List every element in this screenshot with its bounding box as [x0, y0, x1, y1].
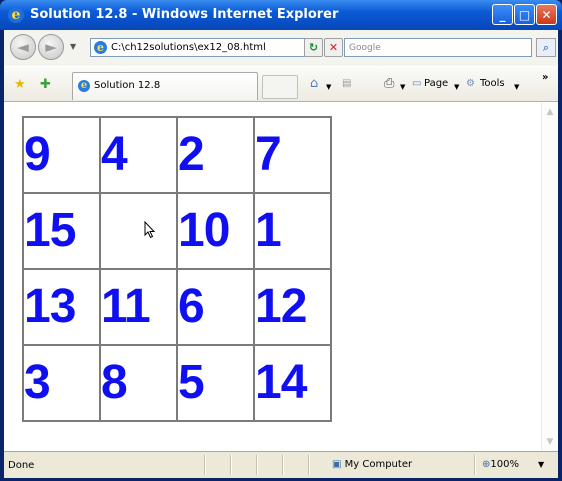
page-icon-small: ▭: [412, 78, 422, 89]
status-divider: [308, 455, 310, 475]
scroll-down-icon[interactable]: ▼: [544, 436, 556, 448]
minimize-button[interactable]: _: [492, 4, 513, 25]
address-row: ◄ ► ▼ e C:\ch12solutions\ex12_08.html ▼ …: [4, 30, 558, 66]
page-content: 9 4 2 7 15 10 1 13 11 6 12 3 8 5 14 ▲ ▼: [4, 101, 558, 452]
puzzle-row: 15 10 1: [22, 192, 332, 270]
search-button[interactable]: ⌕: [536, 38, 556, 57]
tile-number: 4: [101, 128, 128, 181]
search-placeholder: Google: [349, 43, 381, 53]
puzzle-tile[interactable]: 2: [176, 116, 255, 194]
puzzle-row: 3 8 5 14: [22, 344, 332, 422]
tile-number: 8: [101, 356, 128, 409]
puzzle-tile[interactable]: 7: [253, 116, 332, 194]
address-bar[interactable]: e C:\ch12solutions\ex12_08.html ▼: [90, 38, 322, 57]
forward-button[interactable]: ►: [38, 34, 64, 60]
new-tab-button[interactable]: [262, 75, 298, 99]
tile-number: 13: [24, 280, 76, 333]
page-icon: e: [94, 41, 107, 54]
puzzle-tile[interactable]: 4: [99, 116, 178, 194]
title-bar[interactable]: e Solution 12.8 - Windows Internet Explo…: [0, 0, 562, 30]
ie-logo-icon: e: [8, 7, 24, 23]
home-dropdown-icon[interactable]: ▼: [326, 80, 331, 94]
print-icon[interactable]: ⎙: [384, 77, 394, 91]
puzzle-empty-tile[interactable]: [99, 192, 178, 270]
scroll-up-icon[interactable]: ▲: [544, 106, 556, 118]
zoom-dropdown-icon[interactable]: ▼: [538, 458, 544, 471]
zoom-label: 100%: [490, 459, 519, 470]
zone-label: My Computer: [344, 459, 413, 470]
puzzle-tile[interactable]: 11: [99, 268, 178, 346]
puzzle-tile[interactable]: 5: [176, 344, 255, 422]
status-divider: [230, 455, 232, 475]
tile-number: 15: [24, 204, 76, 257]
page-menu[interactable]: Page: [424, 77, 448, 91]
back-button[interactable]: ◄: [10, 34, 36, 60]
puzzle-tile[interactable]: 9: [22, 116, 101, 194]
tab-label: Solution 12.8: [94, 80, 161, 91]
tile-number: 2: [178, 128, 205, 181]
search-field[interactable]: Google: [344, 38, 532, 57]
puzzle-tile[interactable]: 12: [253, 268, 332, 346]
chevron-icon[interactable]: »: [542, 71, 548, 85]
close-button[interactable]: ✕: [536, 4, 557, 25]
puzzle-tile[interactable]: 15: [22, 192, 101, 270]
tile-number: 3: [24, 356, 51, 409]
vertical-scrollbar[interactable]: ▲ ▼: [541, 102, 558, 452]
puzzle-tile[interactable]: 8: [99, 344, 178, 422]
status-text: Done: [8, 460, 35, 471]
tile-number: 9: [24, 128, 51, 181]
status-divider: [204, 455, 206, 475]
address-input[interactable]: C:\ch12solutions\ex12_08.html: [111, 41, 266, 55]
browser-window: e Solution 12.8 - Windows Internet Explo…: [0, 0, 562, 481]
puzzle-tile[interactable]: 13: [22, 268, 101, 346]
puzzle-tile[interactable]: 1: [253, 192, 332, 270]
tools-dropdown-icon[interactable]: ▼: [514, 80, 519, 94]
tile-number: 5: [178, 356, 205, 409]
puzzle-tile[interactable]: 3: [22, 344, 101, 422]
status-divider: [282, 455, 284, 475]
tile-number: 1: [255, 204, 282, 257]
refresh-button[interactable]: ↻: [304, 38, 323, 57]
tile-number: 10: [178, 204, 230, 257]
tile-number: 14: [255, 356, 307, 409]
tile-number: 11: [101, 280, 151, 333]
puzzle-row: 13 11 6 12: [22, 268, 332, 346]
print-dropdown-icon[interactable]: ▼: [400, 80, 405, 94]
tab-active[interactable]: e Solution 12.8: [72, 72, 258, 100]
zoom-level[interactable]: ⊕100%: [482, 458, 519, 471]
mouse-pointer-icon: [144, 221, 156, 239]
stop-button[interactable]: ✕: [324, 38, 343, 57]
add-favorites-icon[interactable]: ✚: [40, 78, 51, 92]
puzzle-tile[interactable]: 14: [253, 344, 332, 422]
feeds-icon[interactable]: ▤: [342, 77, 351, 91]
tile-number: 12: [255, 280, 307, 333]
puzzle-tile[interactable]: 6: [176, 268, 255, 346]
page-dropdown-icon[interactable]: ▼: [454, 80, 459, 94]
status-bar: Done ▣ My Computer ⊕100% ▼: [4, 451, 558, 478]
status-divider: [256, 455, 258, 475]
gear-icon: ⚙: [466, 78, 475, 89]
puzzle-tile[interactable]: 10: [176, 192, 255, 270]
tab-page-icon: e: [78, 80, 90, 92]
computer-icon: ▣: [332, 459, 342, 470]
tile-number: 7: [255, 128, 282, 181]
history-dropdown-icon[interactable]: ▼: [70, 42, 76, 52]
browser-chrome: ◄ ► ▼ e C:\ch12solutions\ex12_08.html ▼ …: [4, 30, 558, 102]
puzzle-grid: 9 4 2 7 15 10 1 13 11 6 12 3 8 5 14: [22, 116, 332, 422]
favorites-star-icon[interactable]: ★: [14, 78, 26, 92]
tools-menu[interactable]: Tools: [480, 77, 505, 91]
home-icon[interactable]: ⌂: [310, 77, 318, 91]
maximize-button[interactable]: □: [514, 4, 535, 25]
tab-row: ★ ✚ e Solution 12.8 ⌂ ▼ ▤ ⎙ ▼ ▭ Page ▼ ⚙…: [4, 66, 558, 102]
security-zone[interactable]: ▣ My Computer: [332, 458, 412, 471]
window-title: Solution 12.8 - Windows Internet Explore…: [30, 7, 339, 22]
tile-number: 6: [178, 280, 205, 333]
puzzle-row: 9 4 2 7: [22, 116, 332, 194]
status-divider: [474, 455, 476, 475]
